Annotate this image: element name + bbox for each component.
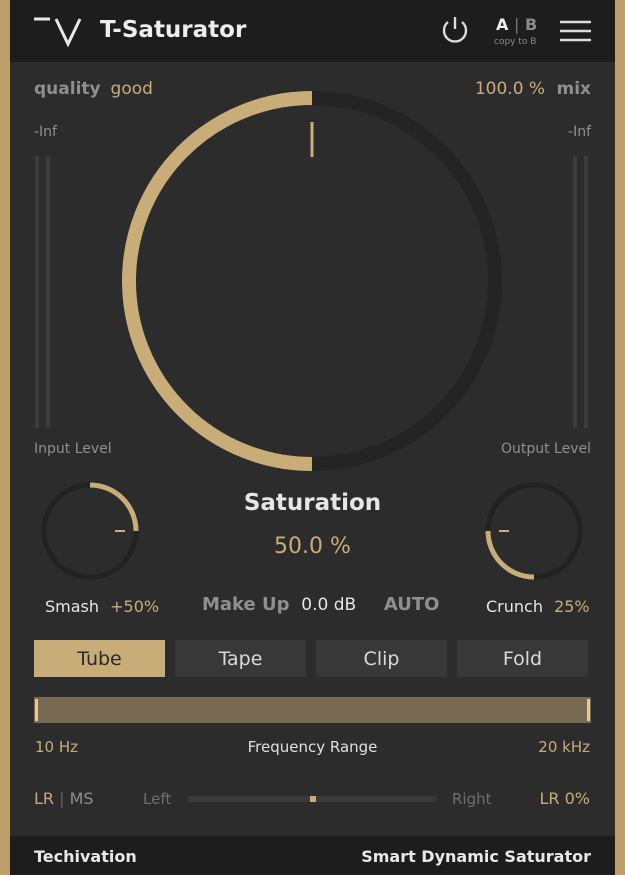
frequency-high-value[interactable]: 20 kHz	[538, 738, 590, 756]
plugin-window: T-Saturator A | B copy to B quality good…	[10, 0, 615, 875]
makeup-label: Make Up	[202, 594, 290, 615]
balance-right-label: Right	[452, 790, 492, 808]
saturation-knob[interactable]	[10, 0, 615, 480]
stereo-balance-slider[interactable]	[188, 796, 437, 802]
footer-bar: Techivation Smart Dynamic Saturator	[10, 836, 615, 875]
makeup-auto-button[interactable]: AUTO	[384, 594, 440, 615]
frequency-range-slider[interactable]	[34, 697, 591, 723]
smash-label: Smash	[45, 597, 100, 616]
stereo-balance-thumb[interactable]	[309, 796, 316, 802]
product-tagline: Smart Dynamic Saturator	[361, 847, 591, 866]
company-name: Techivation	[34, 847, 137, 866]
ms-option[interactable]: MS	[70, 789, 94, 808]
crunch-knob[interactable]	[480, 480, 586, 584]
frequency-range-label: Frequency Range	[247, 738, 378, 756]
crunch-control: Crunch 25%	[486, 597, 590, 616]
mode-clip-button[interactable]: Clip	[316, 640, 447, 677]
smash-value[interactable]: +50%	[110, 597, 159, 616]
lr-option[interactable]: LR	[34, 789, 54, 808]
mode-fold-button[interactable]: Fold	[457, 640, 588, 677]
saturation-knob-arc	[122, 91, 313, 471]
smash-control: Smash +50%	[45, 597, 159, 616]
mode-tape-button[interactable]: Tape	[175, 640, 306, 677]
stereo-value[interactable]: LR 0%	[540, 789, 591, 808]
crunch-value[interactable]: 25%	[554, 597, 590, 616]
smash-knob-arc	[89, 482, 139, 532]
crunch-knob-arc	[485, 530, 535, 580]
smash-knob[interactable]	[38, 480, 144, 584]
frequency-low-handle[interactable]	[35, 699, 38, 721]
makeup-value[interactable]: 0.0 dB	[301, 595, 356, 615]
makeup-control: Make Up 0.0 dB AUTO	[202, 594, 439, 615]
mode-tube-button[interactable]: Tube	[34, 640, 165, 677]
balance-left-label: Left	[143, 790, 172, 808]
crunch-label: Crunch	[486, 597, 543, 616]
frequency-high-handle[interactable]	[587, 699, 590, 721]
lr-ms-separator: |	[59, 789, 65, 808]
lr-ms-switch[interactable]: LR | MS	[34, 789, 94, 808]
